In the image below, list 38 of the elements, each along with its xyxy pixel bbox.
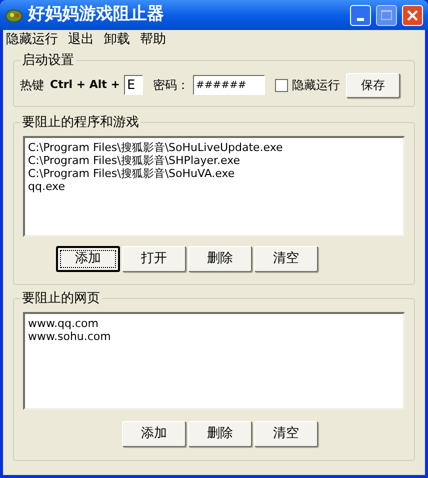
group-title: 启动设置 [21, 52, 75, 70]
close-icon [407, 10, 418, 20]
maximize-icon [381, 10, 392, 20]
password-label: 密码： [153, 77, 189, 94]
webpage-list[interactable]: www.qq.com www.sohu.com [23, 312, 405, 410]
list-item[interactable]: qq.exe [28, 180, 400, 192]
app-icon [5, 7, 23, 23]
maximize-button[interactable] [376, 4, 397, 26]
save-button[interactable]: 保存 [346, 72, 400, 98]
hotkey-combo: Ctrl + Alt + [50, 76, 120, 93]
minimize-icon [357, 18, 364, 20]
action-button[interactable]: 删除 [188, 246, 252, 272]
password-field[interactable]: ###### [193, 75, 265, 95]
window-title: 好妈妈游戏阻止器 [28, 3, 165, 26]
checkbox[interactable] [275, 78, 288, 92]
close-button[interactable] [402, 4, 423, 26]
action-button[interactable]: 清空 [254, 420, 318, 446]
action-button[interactable]: 清空 [254, 246, 318, 272]
hotkey-label: 热键 [20, 77, 44, 94]
list-item[interactable]: C:\Program Files\搜狐影音\SHPlayer.exe [28, 154, 400, 166]
menu-item[interactable]: 卸载 [104, 30, 130, 50]
menu-item[interactable]: 隐藏运行 [6, 30, 58, 50]
program-list[interactable]: C:\Program Files\搜狐影音\SoHuLiveUpdate.exe C:\Program Files\搜狐影音\SHPlayer.exe C:\Program Files\搜狐影音\SoHuVA.exe qq.exe [23, 136, 405, 236]
group-title: 要阻止的网页 [21, 290, 101, 308]
list-item[interactable]: www.qq.com [28, 316, 400, 330]
list-item[interactable]: C:\Program Files\搜狐影音\SoHuVA.exe [28, 166, 400, 180]
action-button[interactable]: 打开 [122, 246, 186, 272]
menu-item[interactable]: 退出 [68, 30, 94, 50]
group-title: 要阻止的程序和游戏 [21, 114, 140, 132]
action-button[interactable]: 添加 [56, 246, 120, 272]
hotkey-field[interactable]: E [124, 75, 143, 95]
action-button[interactable]: 删除 [188, 420, 252, 446]
list-item[interactable]: www.sohu.com [28, 330, 400, 342]
list-item[interactable]: C:\Program Files\搜狐影音\SoHuLiveUpdate.exe [28, 140, 400, 154]
menu-item[interactable]: 帮助 [140, 30, 166, 50]
checkbox-label: 隐藏运行 [292, 77, 340, 94]
action-button[interactable]: 添加 [122, 420, 186, 446]
minimize-button[interactable] [350, 4, 371, 26]
